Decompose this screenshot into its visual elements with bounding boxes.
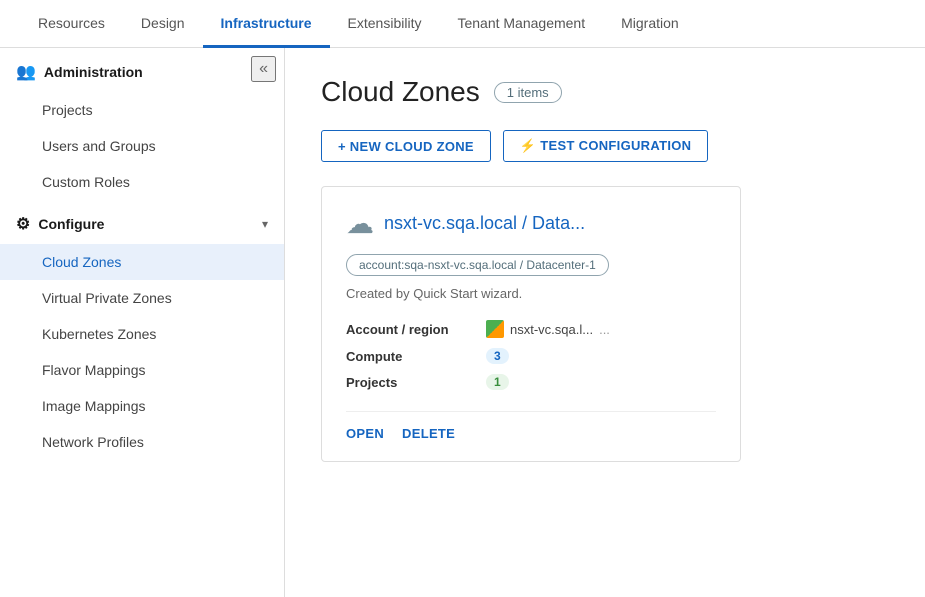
nav-item-design[interactable]: Design — [123, 1, 203, 48]
new-cloud-zone-button[interactable]: + NEW CLOUD ZONE — [321, 130, 491, 162]
top-nav: ResourcesDesignInfrastructureExtensibili… — [0, 0, 925, 48]
page-title: Cloud Zones — [321, 76, 480, 108]
administration-section-icon: 👥 — [16, 62, 36, 82]
action-bar: + NEW CLOUD ZONE ⚡ TEST CONFIGURATION — [321, 130, 889, 162]
card-title[interactable]: nsxt-vc.sqa.local / Data... — [384, 213, 585, 234]
configure-section-icon: ⚙ — [16, 214, 30, 234]
card-details: Account / region nsxt-vc.sqa.l... ... Co… — [346, 315, 716, 395]
sidebar-item-projects[interactable]: Projects — [0, 92, 284, 128]
administration-section-title: Administration — [44, 64, 143, 80]
sidebar-item-image-mappings[interactable]: Image Mappings — [0, 388, 284, 424]
main-content: Cloud Zones 1 items + NEW CLOUD ZONE ⚡ T… — [285, 48, 925, 597]
compute-value: 3 — [486, 348, 509, 364]
items-badge: 1 items — [494, 82, 562, 103]
projects-label: Projects — [346, 375, 486, 390]
card-description: Created by Quick Start wizard. — [346, 286, 716, 301]
sidebar-item-users-and-groups[interactable]: Users and Groups — [0, 128, 284, 164]
sidebar-item-custom-roles[interactable]: Custom Roles — [0, 164, 284, 200]
sidebar-item-kubernetes-zones[interactable]: Kubernetes Zones — [0, 316, 284, 352]
account-value: nsxt-vc.sqa.l... ... — [486, 320, 610, 338]
sidebar: « 👥 Administration ▾ ProjectsUsers and G… — [0, 48, 285, 597]
nav-item-infrastructure[interactable]: Infrastructure — [203, 1, 330, 48]
sidebar-section-configure[interactable]: ⚙ Configure ▾ — [0, 200, 284, 244]
cloud-zone-card: ☁ nsxt-vc.sqa.local / Data... account:sq… — [321, 186, 741, 462]
open-button[interactable]: OPEN — [346, 426, 384, 441]
card-tag: account:sqa-nsxt-vc.sqa.local / Datacent… — [346, 254, 609, 276]
compute-label: Compute — [346, 349, 486, 364]
sidebar-collapse-button[interactable]: « — [251, 56, 276, 82]
sidebar-item-virtual-private-zones[interactable]: Virtual Private Zones — [0, 280, 284, 316]
configure-section-title: Configure — [38, 216, 104, 232]
sidebar-section-administration[interactable]: 👥 Administration ▾ — [0, 48, 284, 92]
nav-item-extensibility[interactable]: Extensibility — [330, 1, 440, 48]
card-actions: OPEN DELETE — [346, 426, 716, 441]
nav-item-migration[interactable]: Migration — [603, 1, 697, 48]
configure-chevron-icon: ▾ — [262, 217, 268, 231]
test-configuration-button[interactable]: ⚡ TEST CONFIGURATION — [503, 130, 708, 162]
sidebar-item-flavor-mappings[interactable]: Flavor Mappings — [0, 352, 284, 388]
vcenter-icon — [486, 320, 504, 338]
sidebar-item-network-profiles[interactable]: Network Profiles — [0, 424, 284, 460]
nav-item-tenant-management[interactable]: Tenant Management — [439, 1, 603, 48]
nav-item-resources[interactable]: Resources — [20, 1, 123, 48]
cloud-icon: ☁ — [346, 207, 374, 240]
delete-button[interactable]: DELETE — [402, 426, 455, 441]
sidebar-item-cloud-zones[interactable]: Cloud Zones — [0, 244, 284, 280]
projects-value: 1 — [486, 374, 509, 390]
account-label: Account / region — [346, 322, 486, 337]
